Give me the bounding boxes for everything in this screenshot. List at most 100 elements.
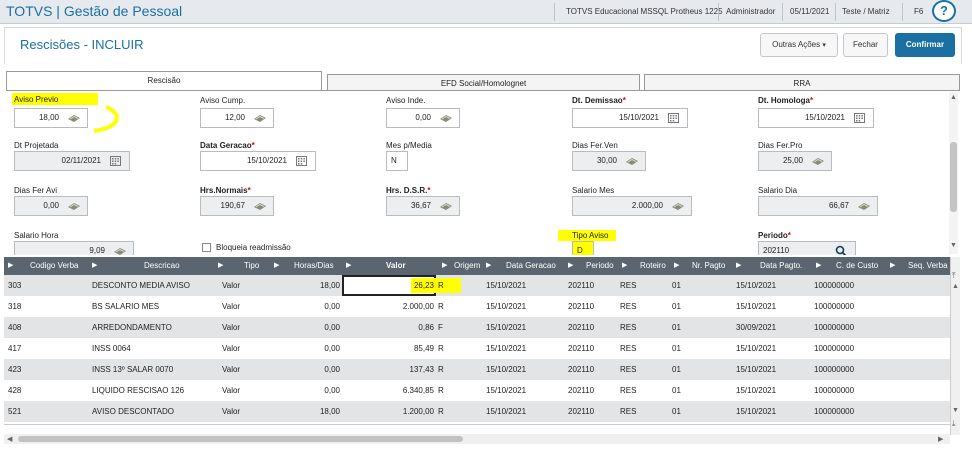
calculator-icon[interactable] xyxy=(253,201,267,211)
calculator-icon[interactable] xyxy=(67,201,81,211)
aviso-cump-input[interactable]: 12,00 xyxy=(200,108,274,128)
calculator-icon[interactable] xyxy=(439,201,453,211)
scroll-up-icon[interactable]: ▲ xyxy=(950,94,957,101)
grid-vertical-scrollbar[interactable]: ⤒ ▲ ▼ ⤓ xyxy=(950,257,960,435)
table-row[interactable]: 428 LIQUIDO RESCISAO 126 Valor 0,00 6.34… xyxy=(4,380,950,401)
table-row[interactable]: 417 INSS 0064 Valor 0,00 85,49 R 15/10/2… xyxy=(4,338,950,359)
verbas-grid: 303 DESCONTO MEDIA AVISO Valor 18,00 26,… xyxy=(4,275,950,422)
calculator-icon[interactable] xyxy=(811,156,825,166)
outras-acoes-button[interactable]: Outras Ações ▾ xyxy=(760,33,838,57)
salario-hora-label: Salario Hora xyxy=(14,231,59,240)
hrs-dsr-label: Hrs. D.S.R.* xyxy=(386,186,431,195)
hrs-normais-label: Hrs.Normais* xyxy=(200,186,251,195)
sort-icon[interactable]: ▶ xyxy=(568,257,573,275)
col-horas-dias[interactable]: Horas/Dias xyxy=(294,257,334,275)
dt-projetada-input[interactable]: 02/11/2021 xyxy=(14,151,130,171)
data-geracao-input[interactable]: 15/10/2021 xyxy=(200,151,316,171)
col-roteiro[interactable]: Roteiro xyxy=(640,257,666,275)
scroll-up-icon[interactable]: ▲ xyxy=(952,283,959,290)
calculator-icon[interactable] xyxy=(671,201,685,211)
sort-icon[interactable]: ▶ xyxy=(218,257,223,275)
calculator-icon[interactable] xyxy=(857,201,871,211)
aviso-previo-input[interactable]: 18,00 xyxy=(14,108,88,128)
calculator-icon[interactable] xyxy=(253,113,267,123)
table-row[interactable]: 521 AVISO DESCONTADO Valor 18,00 1.200,0… xyxy=(4,401,950,422)
col-origem[interactable]: Origem xyxy=(454,257,480,275)
col-periodo[interactable]: Periodo xyxy=(586,257,614,275)
calendar-icon[interactable] xyxy=(668,113,679,123)
app-title: TOTVS | Gestão de Pessoal xyxy=(6,3,183,19)
valor-edit-value[interactable]: 26,23 xyxy=(384,275,434,296)
col-nr-pagto[interactable]: Nr. Pagto xyxy=(692,257,725,275)
calculator-icon[interactable] xyxy=(67,113,81,123)
date-label: 05/11/2021 xyxy=(790,7,830,16)
search-icon[interactable] xyxy=(835,245,847,255)
sort-icon[interactable]: ▶ xyxy=(736,257,741,275)
tab-rescisao[interactable]: Rescisão xyxy=(6,71,322,91)
col-centro-custo[interactable]: C. de Custo xyxy=(836,257,878,275)
scroll-right-icon[interactable]: ▶ xyxy=(938,435,943,443)
help-chat-icon[interactable]: ? xyxy=(932,0,956,22)
sort-icon[interactable]: ▶ xyxy=(674,257,679,275)
aviso-inde-label: Aviso Inde. xyxy=(386,96,426,105)
sort-icon[interactable]: ▶ xyxy=(442,257,447,275)
aviso-inde-input[interactable]: 0,00 xyxy=(386,108,460,128)
calendar-icon[interactable] xyxy=(854,113,865,123)
confirmar-button[interactable]: Confirmar xyxy=(895,33,955,57)
top-bar: TOTVS | Gestão de Pessoal TOTVS Educacio… xyxy=(0,0,972,24)
col-data-pagto[interactable]: Data Pagto. xyxy=(760,257,802,275)
page-title: Rescisões - INCLUIR xyxy=(20,37,144,52)
sort-icon[interactable]: ▶ xyxy=(92,257,97,275)
fechar-button[interactable]: Fechar xyxy=(843,33,888,57)
dias-fer-pro-input[interactable]: 25,00 xyxy=(758,151,832,171)
scroll-left-icon[interactable]: ◀ xyxy=(7,435,12,443)
sort-icon[interactable]: ▶ xyxy=(622,257,627,275)
tipo-aviso-input[interactable]: D xyxy=(572,241,594,255)
salario-mes-input[interactable]: 2.000,00 xyxy=(572,196,692,216)
col-seq-verba[interactable]: Seq. Verba xyxy=(908,257,948,275)
hrs-dsr-input[interactable]: 36,67 xyxy=(386,196,460,216)
hrs-normais-input[interactable]: 190,67 xyxy=(200,196,274,216)
sort-icon[interactable]: ▶ xyxy=(486,257,491,275)
scroll-bottom-icon[interactable]: ⤓ xyxy=(952,419,956,429)
grid-horizontal-scrollbar[interactable]: ◀ ▶ xyxy=(4,434,950,444)
company-label[interactable]: Teste / Matriz xyxy=(842,7,890,16)
col-codigo-verba[interactable]: Codigo Verba xyxy=(30,257,78,275)
col-data-geracao[interactable]: Data Geracao xyxy=(506,257,556,275)
sort-icon[interactable]: ▶ xyxy=(890,257,895,275)
table-row[interactable]: 408 ARREDONDAMENTO Valor 0,00 0,86 F 15/… xyxy=(4,317,950,338)
calculator-icon[interactable] xyxy=(113,246,127,255)
col-descricao[interactable]: Descricao xyxy=(144,257,180,275)
tab-efd-social[interactable]: EFD Social/Homolognet xyxy=(327,74,640,91)
form-scrollbar[interactable]: ▲ ▼ xyxy=(949,92,958,254)
sort-icon[interactable]: ▶ xyxy=(816,257,821,275)
salario-hora-input[interactable]: 9,09 xyxy=(14,241,134,255)
calendar-icon[interactable] xyxy=(296,156,307,166)
col-tipo[interactable]: Tipo xyxy=(244,257,259,275)
dt-homologa-input[interactable]: 15/10/2021 xyxy=(758,108,874,128)
table-row[interactable]: 318 BS SALARIO MES Valor 0,00 2.000,00 R… xyxy=(4,296,950,317)
dt-projetada-label: Dt Projetada xyxy=(14,141,59,150)
scroll-top-icon[interactable]: ⤒ xyxy=(952,271,956,281)
dt-demissao-input[interactable]: 15/10/2021 xyxy=(572,108,688,128)
calculator-icon[interactable] xyxy=(439,113,453,123)
calendar-icon[interactable] xyxy=(110,156,121,166)
periodo-input[interactable]: 202110 xyxy=(758,241,856,255)
table-row[interactable]: 423 INSS 13º SALAR 0070 Valor 0,00 137,4… xyxy=(4,359,950,380)
dias-fer-ven-input[interactable]: 30,00 xyxy=(572,151,646,171)
dias-fer-pro-label: Dias Fer.Pro xyxy=(758,141,803,150)
mes-p-media-input[interactable]: N xyxy=(386,151,408,171)
user-label[interactable]: Administrador xyxy=(726,7,775,16)
bloqueia-readmissao-checkbox[interactable] xyxy=(202,243,211,252)
tab-rra[interactable]: RRA xyxy=(644,74,960,91)
table-row[interactable]: 303 DESCONTO MEDIA AVISO Valor 18,00 26,… xyxy=(4,275,950,296)
calculator-icon[interactable] xyxy=(625,156,639,166)
scroll-down-icon[interactable]: ▼ xyxy=(952,407,959,414)
dias-fer-avi-input[interactable]: 0,00 xyxy=(14,196,88,216)
salario-dia-input[interactable]: 66,67 xyxy=(758,196,878,216)
sort-icon[interactable]: ▶ xyxy=(346,257,351,275)
sort-icon[interactable]: ▶ xyxy=(8,257,13,275)
sort-icon[interactable]: ▶ xyxy=(274,257,279,275)
col-valor[interactable]: Valor xyxy=(386,257,406,275)
scroll-down-icon[interactable]: ▼ xyxy=(950,242,957,249)
